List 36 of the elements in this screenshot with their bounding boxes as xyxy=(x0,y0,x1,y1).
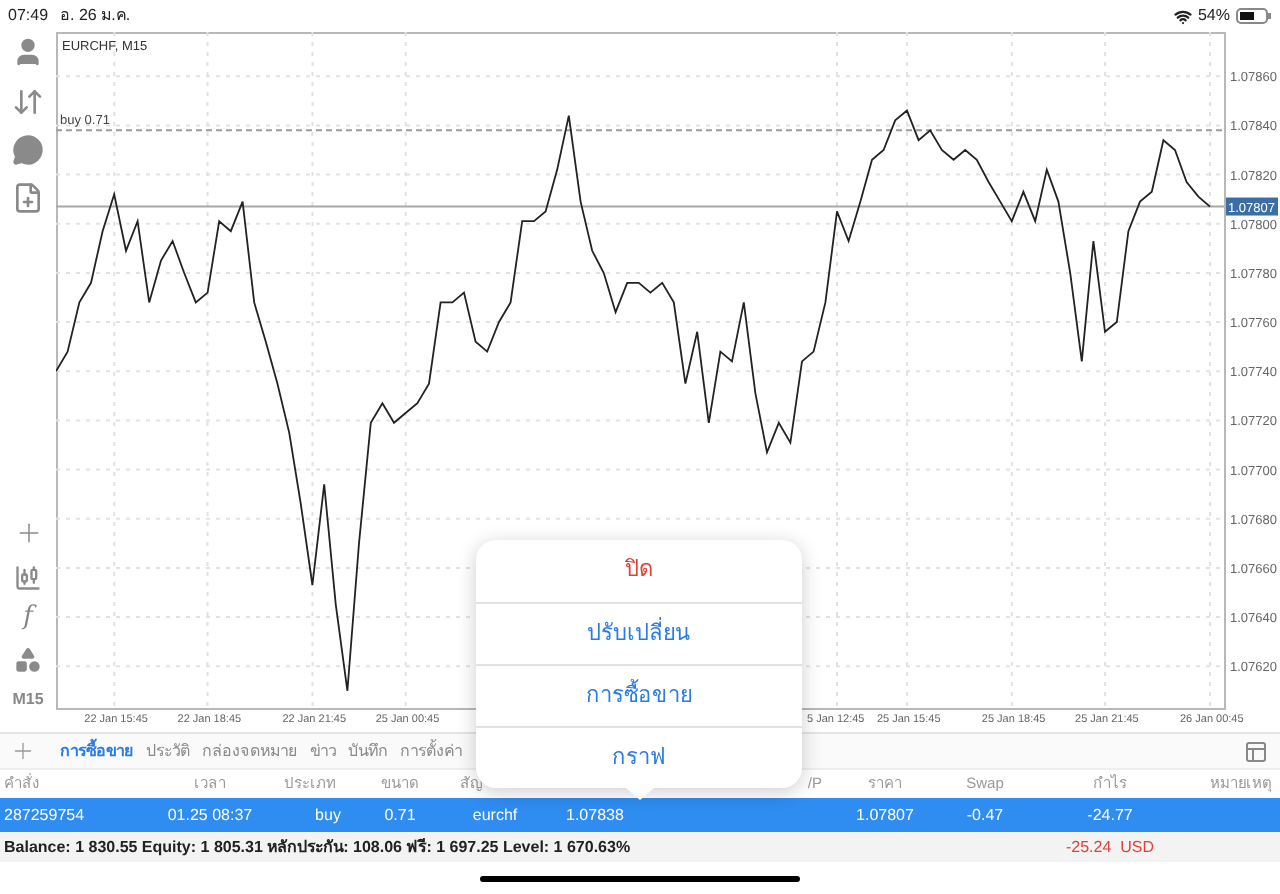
new-document-icon[interactable] xyxy=(12,182,44,214)
tab[interactable]: กล่องจดหมาย xyxy=(196,739,304,763)
table-cell: -24.77 xyxy=(1087,805,1133,823)
battery-icon xyxy=(1236,8,1272,24)
date: อ. 26 ม.ค. xyxy=(60,4,131,28)
candlestick-icon[interactable] xyxy=(14,564,42,592)
table-cell: buy xyxy=(315,805,341,823)
layout-icon[interactable] xyxy=(1244,739,1268,763)
tab[interactable]: ประวัติ xyxy=(140,739,196,763)
clock: 07:49 xyxy=(8,4,49,28)
wifi-icon xyxy=(1173,7,1192,25)
table-cell: -0.47 xyxy=(966,805,1004,823)
tab[interactable]: บันทึก xyxy=(342,739,394,763)
account-icon[interactable] xyxy=(12,36,44,68)
timeframe-button[interactable]: M15 xyxy=(12,688,44,712)
chat-icon[interactable] xyxy=(12,134,44,166)
table-cell: eurchf xyxy=(472,805,518,823)
total-profit: -25.24 USD xyxy=(1065,837,1155,855)
tab[interactable]: การตั้งค่า xyxy=(394,739,468,763)
table-cell: 287259754 xyxy=(4,805,85,823)
menu-item[interactable]: ปิด xyxy=(476,540,802,602)
table-cell: 01.25 08:37 xyxy=(167,805,253,823)
battery-percent: 54% xyxy=(1197,4,1230,28)
order-row[interactable]: 287259754 01.25 08:37 buy 0.71 eurchf 1.07838 1.07807 -0.47 -24.77 xyxy=(0,798,1280,832)
tab[interactable]: ข่าว xyxy=(304,739,342,763)
objects-icon[interactable] xyxy=(14,646,42,674)
table-cell: 0.71 xyxy=(384,805,416,823)
indicator-button[interactable]: f xyxy=(23,604,33,630)
menu-item[interactable]: ปรับเปลี่ยน xyxy=(476,602,802,664)
trade-arrows-icon[interactable] xyxy=(12,86,44,118)
tab[interactable]: การซื้อขาย xyxy=(54,739,140,763)
table-cell: 1.07838 xyxy=(566,805,624,823)
add-icon[interactable] xyxy=(10,738,36,764)
table-cell: 1.07807 xyxy=(856,805,914,823)
menu-item[interactable]: การซื้อขาย xyxy=(476,664,802,726)
account-summary: Balance: 1 830.55 Equity: 1 805.31 หลักประกัน: 108.06 ฟรี: 1 697.25 Level: 1 670.63% xyxy=(4,837,631,855)
